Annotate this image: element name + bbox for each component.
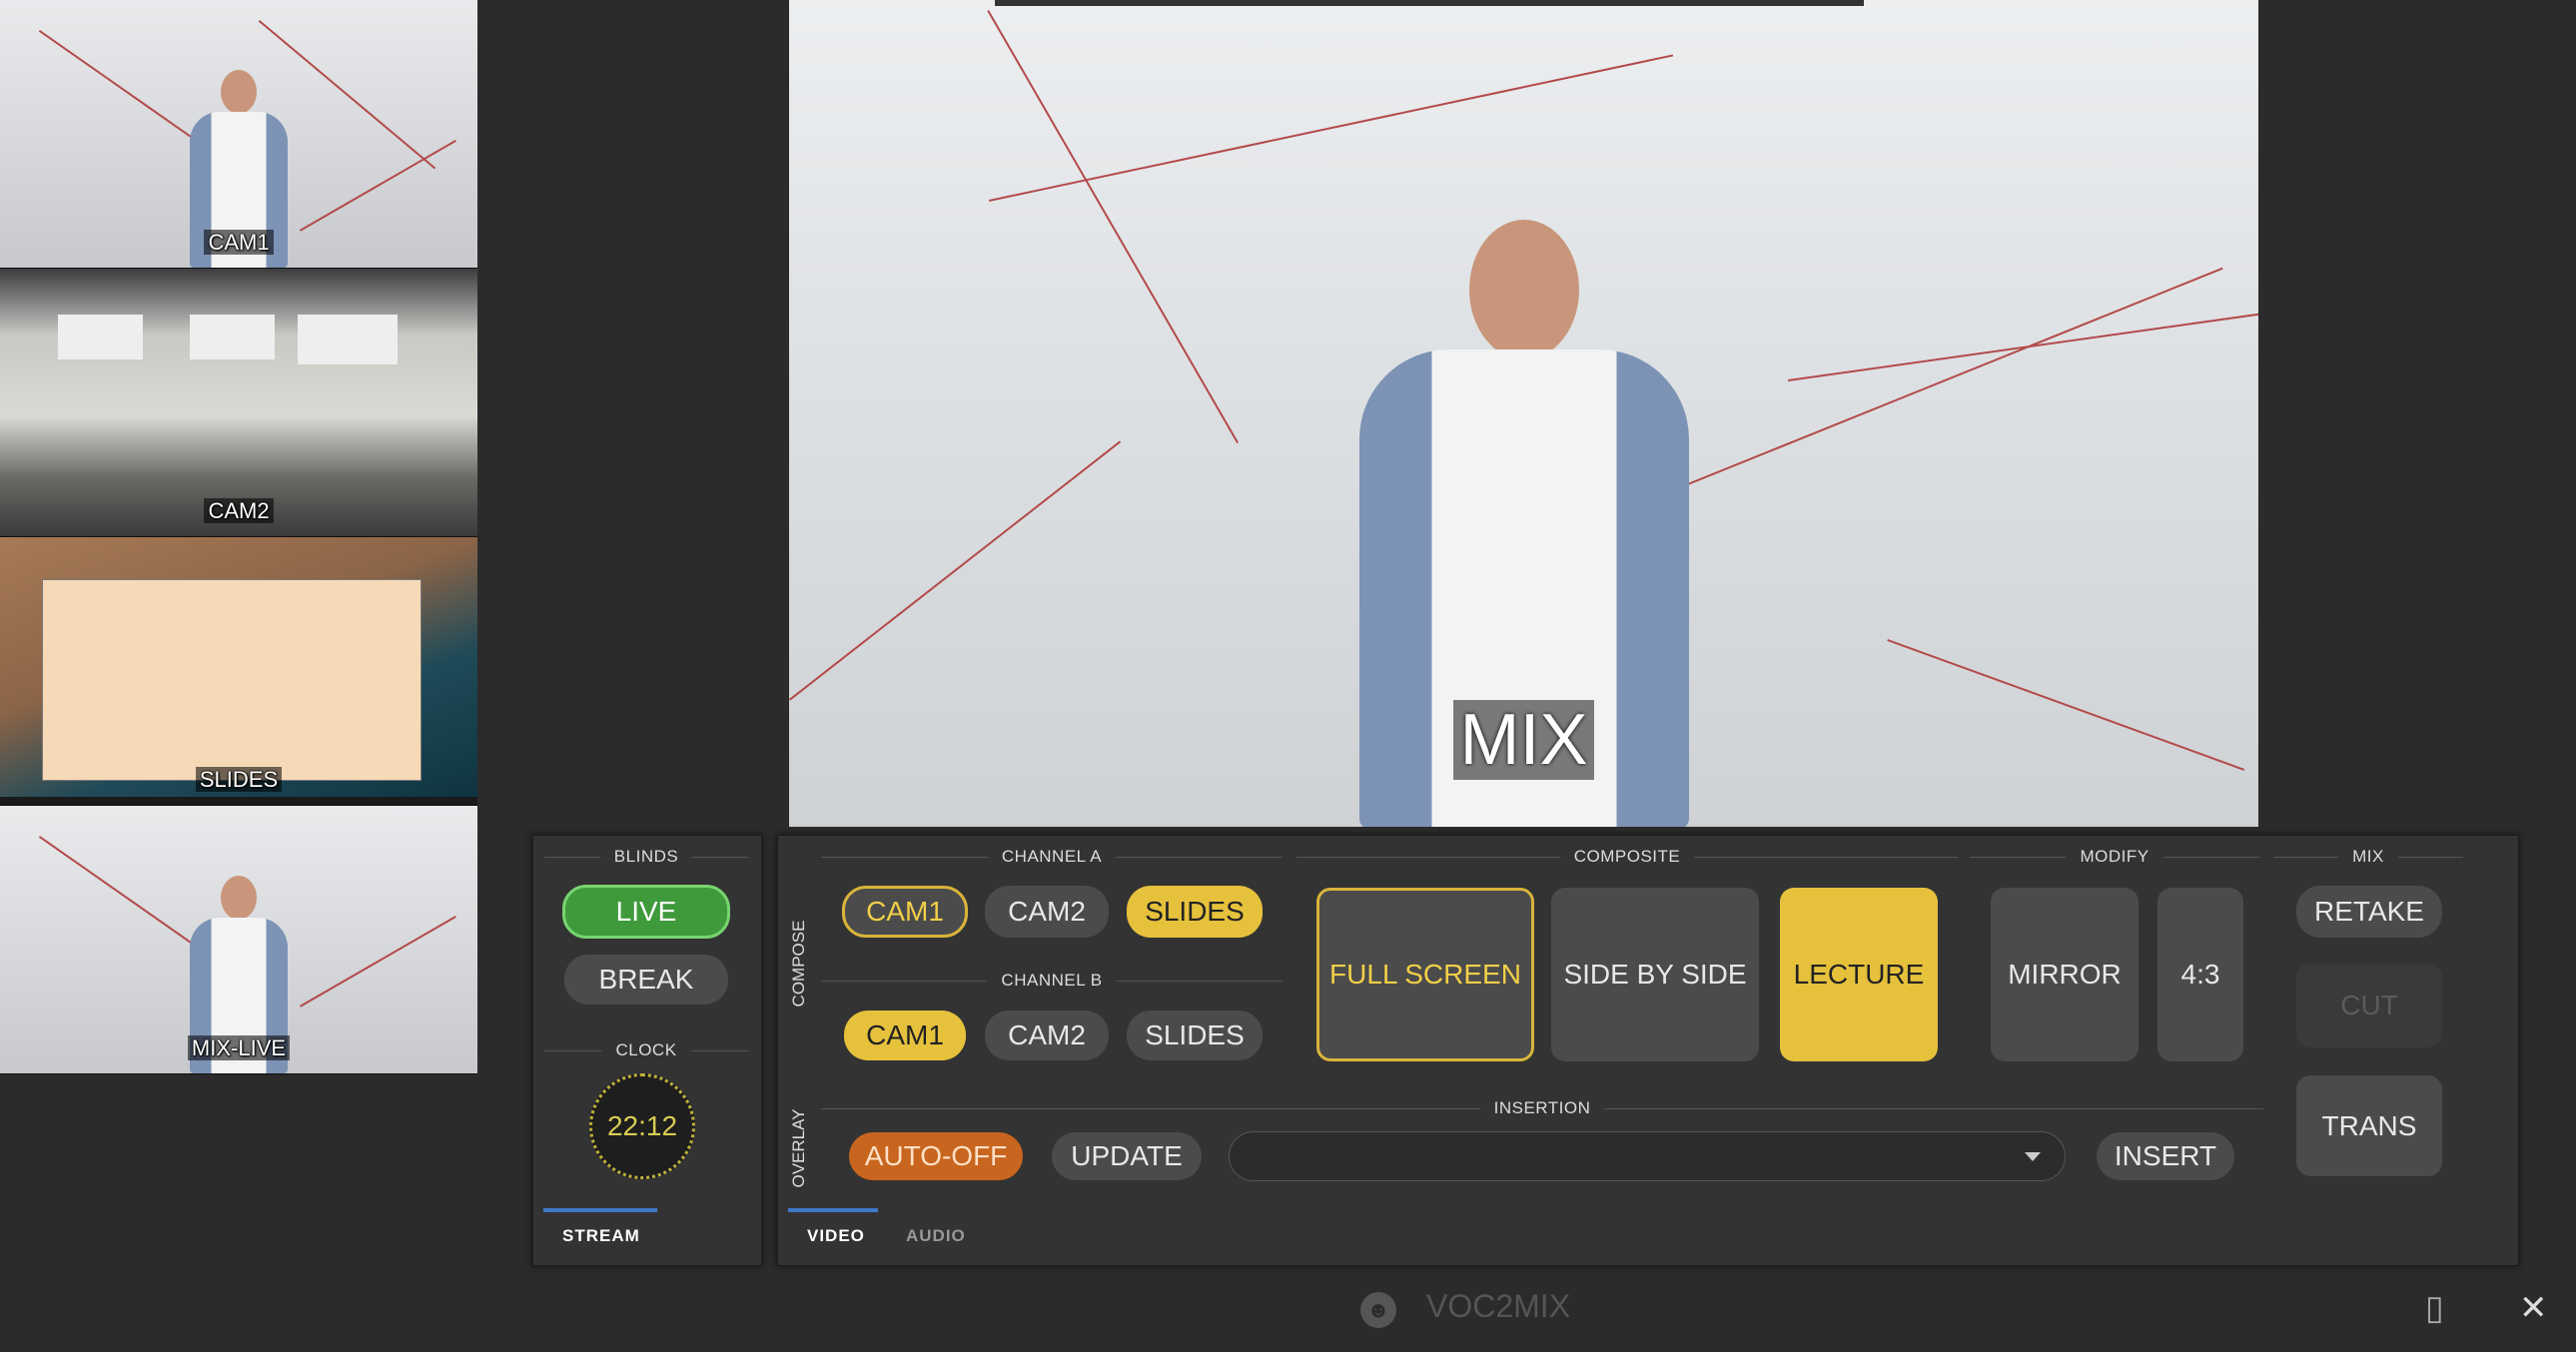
backdrop-rope <box>989 54 1674 202</box>
app-title: VOC2MIX <box>1426 1288 1571 1324</box>
channel-a-slides-button[interactable]: SLIDES <box>1127 886 1263 938</box>
clock-time: 22:12 <box>606 1110 678 1141</box>
overlay-side-label: OVERLAY <box>789 1108 808 1188</box>
preview-mix-live[interactable]: MIX-LIVE <box>0 806 477 1074</box>
monitor-label: MIX <box>1453 700 1594 780</box>
insert-button[interactable]: INSERT <box>2097 1132 2234 1180</box>
live-button[interactable]: LIVE <box>562 885 730 939</box>
backdrop-rope <box>300 916 456 1008</box>
channel-a-cam2-button[interactable]: CAM2 <box>985 886 1109 938</box>
aspect-4-3-button[interactable]: 4:3 <box>2157 888 2243 1061</box>
composite-title: COMPOSITE <box>1296 847 1958 867</box>
preview-label: CAM1 <box>204 230 274 255</box>
channel-a-title: CHANNEL A <box>821 847 1283 867</box>
backdrop-rope <box>300 140 456 232</box>
break-button[interactable]: BREAK <box>564 955 728 1005</box>
tab-stream[interactable]: STREAM <box>562 1226 640 1246</box>
slides-taskbar <box>0 797 477 805</box>
side-by-side-button[interactable]: SIDE BY SIDE <box>1551 888 1759 1061</box>
lecture-button[interactable]: LECTURE <box>1780 888 1938 1061</box>
monitor-topbar <box>995 0 1864 6</box>
update-button[interactable]: UPDATE <box>1052 1132 1202 1180</box>
person-head <box>221 876 257 920</box>
projector-screen <box>58 315 143 359</box>
preview-cam1[interactable]: CAM1 <box>0 0 477 269</box>
projector-screen <box>298 315 398 364</box>
preview-cam2[interactable]: CAM2 <box>0 269 477 537</box>
backdrop-rope <box>987 10 1239 444</box>
insertion-title: INSERTION <box>821 1098 2263 1118</box>
close-icon[interactable]: ✕ <box>2519 1288 2548 1328</box>
collapse-icon[interactable]: ▯ <box>2425 1288 2444 1328</box>
tab-audio[interactable]: AUDIO <box>906 1226 966 1246</box>
chevron-down-icon <box>2025 1152 2041 1161</box>
full-screen-button[interactable]: FULL SCREEN <box>1316 888 1534 1061</box>
preview-label: CAM2 <box>204 498 274 523</box>
retake-button[interactable]: RETAKE <box>2296 886 2442 938</box>
channel-b-slides-button[interactable]: SLIDES <box>1127 1011 1263 1060</box>
clock-widget: 22:12 <box>589 1073 695 1179</box>
cut-button[interactable]: CUT <box>2296 964 2442 1047</box>
video-tab-indicator <box>788 1208 878 1212</box>
auto-off-button[interactable]: AUTO-OFF <box>849 1132 1023 1180</box>
backdrop-rope <box>1788 313 2258 381</box>
tab-video[interactable]: VIDEO <box>807 1226 865 1246</box>
channel-b-cam1-button[interactable]: CAM1 <box>844 1011 966 1060</box>
backdrop-rope <box>789 440 1122 701</box>
preview-label: SLIDES <box>195 767 283 792</box>
blinds-title: BLINDS <box>544 847 748 867</box>
projector-screen <box>190 315 275 359</box>
trans-button[interactable]: TRANS <box>2296 1075 2442 1176</box>
channel-b-cam2-button[interactable]: CAM2 <box>985 1011 1109 1060</box>
compose-side-label: COMPOSE <box>789 920 808 1008</box>
backdrop-rope <box>1648 267 2223 501</box>
preview-label: MIX-LIVE <box>187 1035 291 1060</box>
clock-title: CLOCK <box>544 1040 748 1060</box>
voc-logo-icon: ☻ <box>1360 1292 1396 1328</box>
person-head <box>221 70 257 114</box>
mirror-button[interactable]: MIRROR <box>1991 888 2139 1061</box>
channel-b-title: CHANNEL B <box>821 971 1283 991</box>
channel-a-cam1-button[interactable]: CAM1 <box>842 886 968 938</box>
modify-title: MODIFY <box>1970 847 2259 867</box>
stream-tab-indicator <box>543 1208 657 1212</box>
preview-slides[interactable]: SLIDES <box>0 537 477 806</box>
person-head <box>1468 220 1579 359</box>
slides-window <box>42 579 422 781</box>
mix-title: MIX <box>2273 847 2463 867</box>
mix-monitor: MIX <box>789 0 2258 827</box>
insertion-select[interactable] <box>1229 1131 2066 1181</box>
